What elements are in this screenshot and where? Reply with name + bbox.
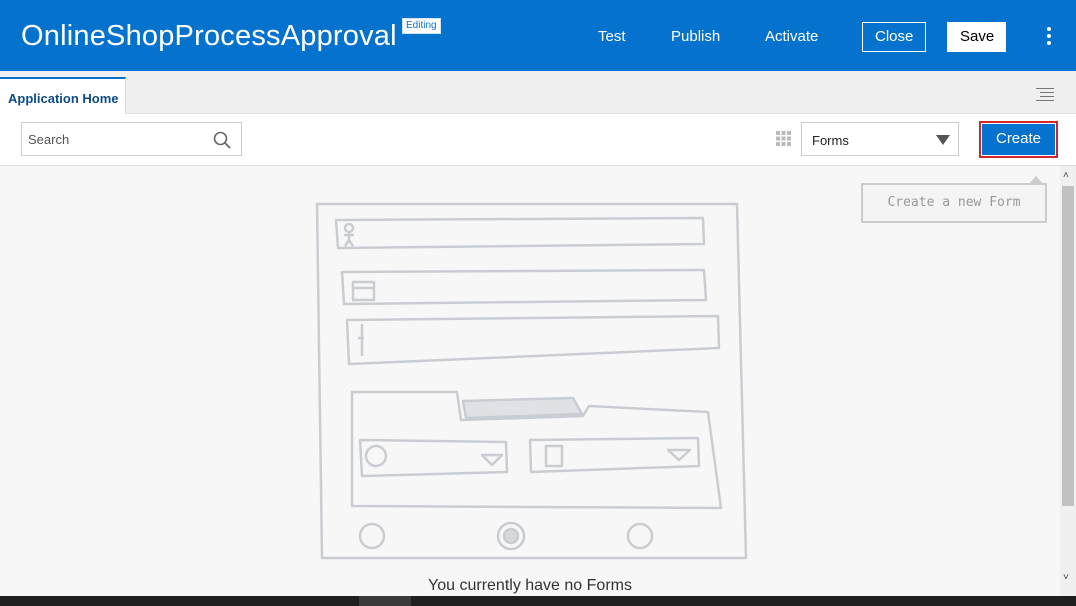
app-header: OnlineShopProcessApproval Editing Test P… [0, 0, 1076, 71]
grid-icon[interactable] [776, 131, 791, 146]
taskbar-strip [0, 596, 1076, 606]
tab-application-home[interactable]: Application Home [0, 77, 126, 114]
chevron-down-icon [936, 135, 950, 145]
create-form-tooltip: Create a new Form [861, 183, 1047, 223]
type-select[interactable]: Forms [801, 122, 959, 156]
test-link[interactable]: Test [598, 28, 626, 45]
empty-state-message: You currently have no Forms [428, 577, 632, 594]
publish-link[interactable]: Publish [671, 28, 720, 45]
close-button[interactable]: Close [862, 22, 926, 52]
create-button[interactable]: Create [979, 121, 1058, 158]
scrollbar-thumb[interactable] [1062, 186, 1074, 506]
empty-form-illustration [315, 202, 748, 560]
vertical-scrollbar[interactable]: ˄ ˅ [1060, 166, 1076, 596]
search-input[interactable] [22, 123, 202, 155]
search-box [21, 122, 242, 156]
tab-bar: Application Home [0, 71, 1076, 114]
toolbar: Forms Create [0, 114, 1076, 166]
type-select-value: Forms [812, 133, 849, 148]
kebab-menu-icon[interactable] [1042, 27, 1056, 47]
chevron-up-icon[interactable]: ˄ [1063, 170, 1069, 181]
chevron-down-scroll-icon[interactable]: ˅ [1063, 572, 1069, 583]
activate-link[interactable]: Activate [765, 28, 818, 45]
search-icon[interactable] [213, 131, 231, 149]
app-title: OnlineShopProcessApproval [21, 20, 397, 52]
main-content: Create a new Form You currently have no … [0, 166, 1060, 596]
taskbar-item[interactable] [359, 596, 411, 606]
create-button-label: Create [982, 124, 1055, 155]
save-button[interactable]: Save [947, 22, 1006, 52]
hamburger-menu-icon[interactable] [1036, 88, 1054, 102]
editing-badge: Editing [402, 18, 441, 34]
